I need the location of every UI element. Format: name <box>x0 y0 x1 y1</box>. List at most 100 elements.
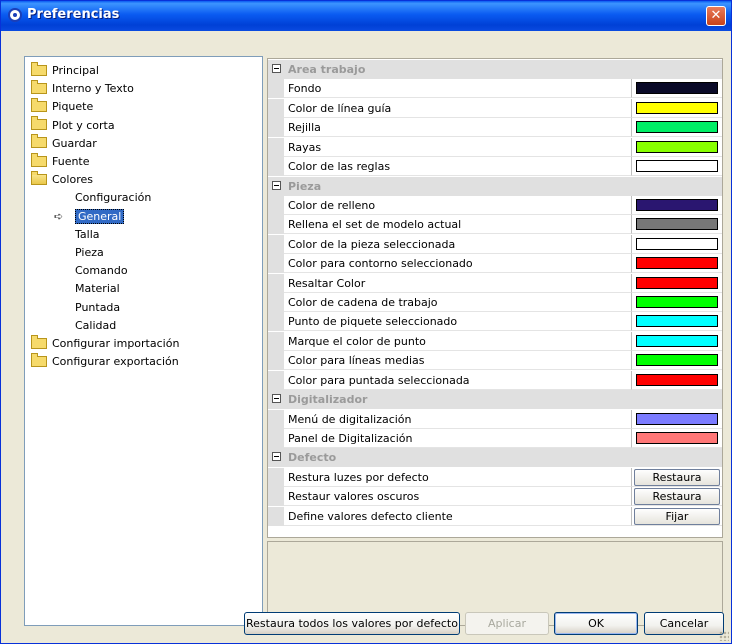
close-button[interactable]: ✕ <box>706 6 726 26</box>
color-swatch[interactable] <box>636 276 718 289</box>
selection-arrow-icon: ➪ <box>54 209 64 223</box>
property-row[interactable]: Color de línea guía <box>268 98 722 118</box>
color-swatch[interactable] <box>636 218 718 231</box>
property-group-label: Digitalizador <box>288 393 368 407</box>
property-row[interactable]: Rellena el set de modelo actual <box>268 215 722 235</box>
property-value <box>632 196 722 215</box>
property-row[interactable]: Resaltar Color <box>268 273 722 293</box>
property-action-button[interactable]: Restaura <box>634 488 720 506</box>
color-swatch[interactable] <box>636 296 718 309</box>
color-swatch[interactable] <box>636 198 718 211</box>
tree-item-material[interactable]: Material <box>75 280 120 298</box>
tree-item-general[interactable]: ➪ General <box>54 208 125 226</box>
color-swatch[interactable] <box>636 334 718 347</box>
property-row[interactable]: Fondo <box>268 79 722 99</box>
color-swatch[interactable] <box>636 315 718 328</box>
tree-item-piquete[interactable]: Piquete <box>31 97 93 116</box>
property-name: Color de cadena de trabajo <box>284 293 632 313</box>
property-row[interactable]: Rejilla <box>268 118 722 138</box>
row-gutter <box>268 157 284 177</box>
property-row[interactable]: Restura luzes por defecto Restaura <box>268 467 722 487</box>
category-tree[interactable]: Principal Interno y Texto Piquete Plot y co… <box>24 56 263 626</box>
property-name: Color de relleno <box>284 195 632 215</box>
color-swatch[interactable] <box>636 82 718 95</box>
tree-item-principal[interactable]: Principal <box>31 61 99 80</box>
property-name: Punto de piquete seleccionado <box>284 312 632 332</box>
tree-item-comando[interactable]: Comando <box>75 262 128 280</box>
property-action-button[interactable]: Restaura <box>634 468 720 486</box>
row-gutter <box>268 215 284 235</box>
color-swatch[interactable] <box>636 101 718 114</box>
row-gutter <box>268 79 284 99</box>
tree-item-configuracion[interactable]: Configuración <box>75 189 151 207</box>
tree-item-label: Configurar importación <box>52 337 180 350</box>
row-gutter <box>268 506 284 526</box>
tree-item-interno-y-texto[interactable]: Interno y Texto <box>31 79 134 98</box>
property-action-button[interactable]: Fijar <box>634 507 720 525</box>
tree-item-talla[interactable]: Talla <box>75 226 100 244</box>
property-row[interactable]: Color para puntada seleccionada <box>268 370 722 390</box>
property-name: Color de las reglas <box>284 157 632 177</box>
collapse-toggle-icon[interactable] <box>272 64 281 73</box>
property-group[interactable]: Area trabajo <box>268 60 722 79</box>
tree-item-configurar-importacion[interactable]: Configurar importación <box>31 334 180 353</box>
folder-icon <box>31 152 47 167</box>
property-value <box>632 99 722 118</box>
row-gutter <box>268 234 284 254</box>
color-swatch[interactable] <box>636 237 718 250</box>
property-row[interactable]: Panel de Digitalización <box>268 428 722 448</box>
property-value: Restaura <box>632 487 722 507</box>
property-row[interactable]: Color para líneas medias <box>268 351 722 371</box>
row-gutter <box>268 312 284 332</box>
apply-button[interactable]: Aplicar <box>465 612 549 635</box>
tree-item-configurar-exportacion[interactable]: Configurar exportación <box>31 352 179 371</box>
collapse-toggle-icon[interactable] <box>272 452 281 462</box>
tree-item-calidad[interactable]: Calidad <box>75 317 116 335</box>
color-swatch[interactable] <box>636 354 718 367</box>
collapse-toggle-icon[interactable] <box>272 394 281 404</box>
property-row[interactable]: Color para contorno seleccionado <box>268 254 722 274</box>
tree-item-fuente[interactable]: Fuente <box>31 152 90 171</box>
property-row[interactable]: Color de relleno <box>268 195 722 215</box>
cancel-button[interactable]: Cancelar <box>644 612 724 635</box>
property-group[interactable]: Digitalizador <box>268 390 722 410</box>
color-swatch[interactable] <box>636 160 718 173</box>
property-name: Fondo <box>284 79 632 99</box>
tree-item-pieza[interactable]: Pieza <box>75 244 104 262</box>
color-swatch[interactable] <box>636 140 718 153</box>
property-row[interactable]: Color de cadena de trabajo <box>268 293 722 313</box>
resize-grip-icon[interactable] <box>719 631 729 641</box>
property-row[interactable]: Color de las reglas <box>268 157 722 177</box>
property-row[interactable]: Restaur valores oscuros Restaura <box>268 487 722 507</box>
property-row[interactable]: Punto de piquete seleccionado <box>268 312 722 332</box>
color-swatch[interactable] <box>636 412 718 425</box>
property-row[interactable]: Rayas <box>268 137 722 157</box>
tree-item-label: Plot y corta <box>52 118 115 132</box>
color-swatch[interactable] <box>636 121 718 134</box>
property-name: Resaltar Color <box>284 273 632 293</box>
tree-item-plot-y-corta[interactable]: Plot y corta <box>31 116 115 135</box>
property-row[interactable]: Define valores defecto cliente Fijar <box>268 506 722 526</box>
property-row[interactable]: Marque el color de punto <box>268 331 722 351</box>
property-group[interactable]: Defecto <box>268 448 722 468</box>
tree-item-puntada[interactable]: Puntada <box>75 299 120 317</box>
tree-item-colores[interactable]: Colores <box>31 170 93 189</box>
tree-item-label: Pieza <box>75 246 104 259</box>
property-row[interactable]: Menú de digitalización <box>268 409 722 429</box>
color-swatch[interactable] <box>636 373 718 386</box>
color-swatch[interactable] <box>636 257 718 270</box>
color-swatch[interactable] <box>636 431 718 444</box>
ok-button[interactable]: OK <box>554 612 638 635</box>
property-value <box>632 118 722 138</box>
property-name: Color de línea guía <box>284 98 632 118</box>
property-row[interactable]: Color de la pieza seleccionada <box>268 234 722 254</box>
tree-item-label: General <box>75 208 125 224</box>
row-gutter <box>268 195 284 215</box>
property-group-label: Pieza <box>288 179 322 193</box>
tree-item-guardar[interactable]: Guardar <box>31 134 97 153</box>
tree-item-label: Principal <box>52 64 99 77</box>
restore-all-defaults-button[interactable]: Restaura todos los valores por defecto <box>244 612 460 635</box>
collapse-toggle-icon[interactable] <box>272 180 281 190</box>
title-bar[interactable]: Preferencias ✕ <box>1 1 731 31</box>
property-group[interactable]: Pieza <box>268 176 722 196</box>
